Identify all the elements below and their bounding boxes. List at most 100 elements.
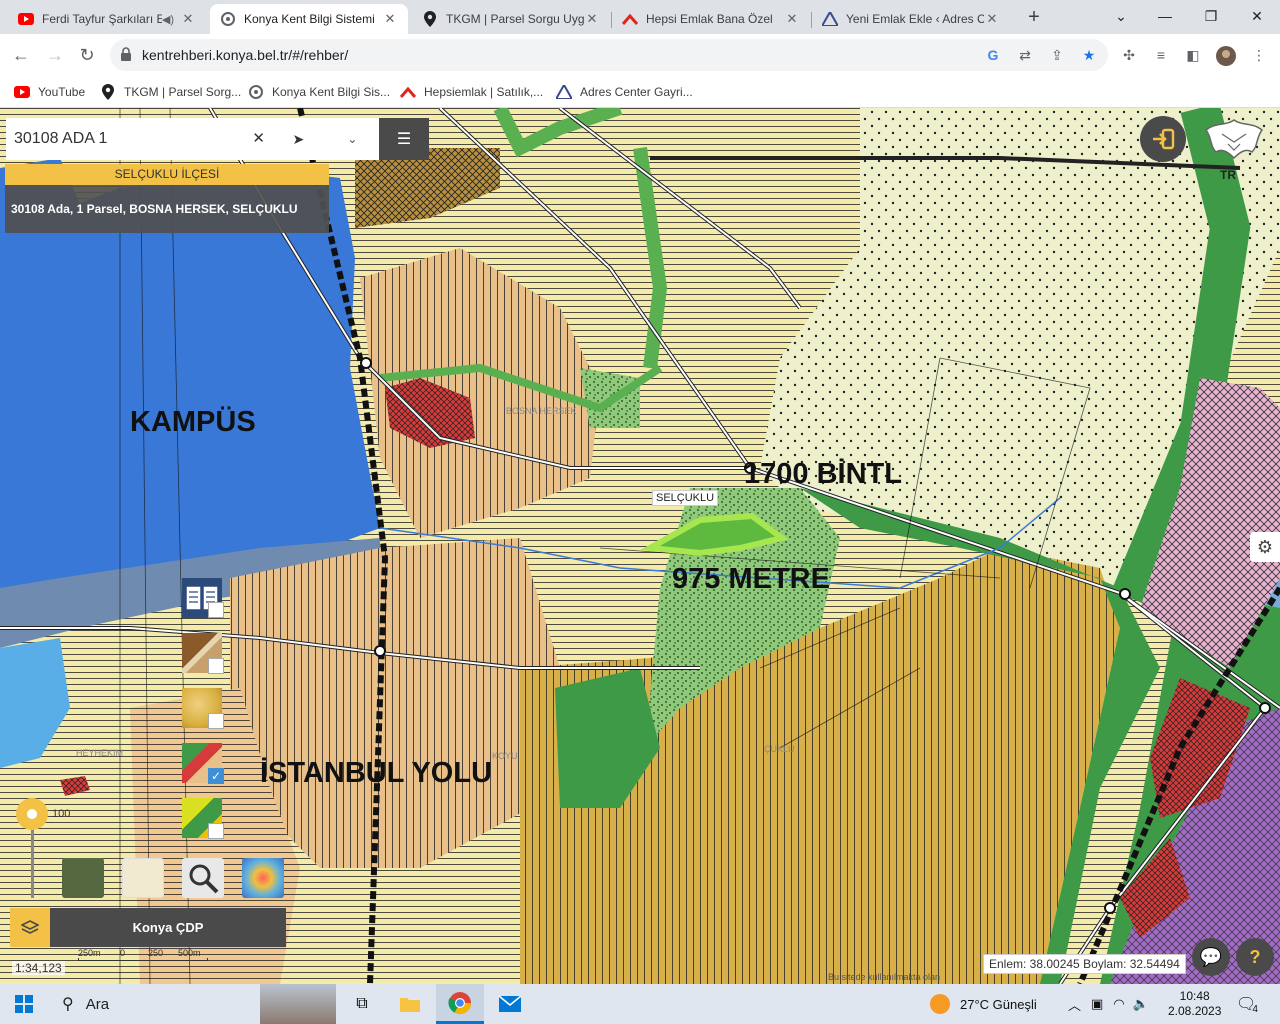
tab-title: Ferdi Tayfur Şarkıları E <box>42 12 162 26</box>
copyright-text: Bu sitede kullanılmakta olan <box>828 972 941 982</box>
zoom-slider-knob[interactable] <box>16 798 48 830</box>
bookmark-tkgm[interactable]: TKGM | Parsel Sorg... <box>100 82 241 102</box>
google-icon[interactable]: G <box>984 46 1002 64</box>
location-pin-icon <box>422 11 438 27</box>
basemap-heatmap[interactable] <box>242 858 284 898</box>
back-button[interactable]: ← <box>8 42 34 68</box>
notifications-button[interactable]: 🗨 4 <box>1236 984 1258 1024</box>
search-input[interactable]: 30108 ADA 1 ✕ <box>6 118 271 160</box>
layer-checkbox[interactable] <box>208 658 224 674</box>
task-view-button[interactable]: ⧉ <box>340 984 384 1024</box>
bookmark-hepsiemlak[interactable]: Hepsiemlak | Satılık,... <box>400 82 543 102</box>
layers-icon[interactable] <box>10 908 50 947</box>
feedback-button[interactable]: 💬 <box>1192 938 1230 976</box>
chevron-down-icon[interactable]: ⌄ <box>347 132 357 146</box>
chat-icon: 💬 <box>1199 946 1223 967</box>
notification-count: 4 <box>1252 1003 1258 1015</box>
chevron-down-icon[interactable]: ⌄ <box>1106 4 1136 28</box>
restore-button[interactable]: ❐ <box>1196 4 1226 28</box>
taskbar-search[interactable]: ⚲ Ara <box>48 984 248 1024</box>
taskbar-search-placeholder: Ara <box>85 995 110 1013</box>
bookmark-label: Hepsiemlak | Satılık,... <box>424 85 544 99</box>
active-layer-bar[interactable]: Konya ÇDP <box>10 908 286 947</box>
tab-title: TKGM | Parsel Sorgu Uyg <box>446 12 584 26</box>
clock-date: 2.08.2023 <box>1168 1004 1222 1018</box>
speaker-icon[interactable]: ◀) <box>162 13 174 26</box>
task-view-icon: ⧉ <box>356 995 368 1012</box>
system-tray-icons[interactable]: ︿ ▣ ◠ 🔈 <box>1068 984 1149 1024</box>
lock-icon[interactable] <box>120 47 134 63</box>
close-window-button[interactable]: ✕ <box>1242 4 1272 28</box>
login-icon <box>1153 128 1175 150</box>
bookmark-adres-center[interactable]: Adres Center Gayri... <box>556 82 693 102</box>
new-tab-button[interactable]: + <box>1022 6 1046 30</box>
profile-avatar[interactable] <box>1216 46 1236 66</box>
tab-adres-center[interactable]: Yeni Emlak Ekle ‹ Adres Ce ✕ <box>812 4 1010 34</box>
start-button[interactable] <box>0 984 48 1024</box>
parcel-result[interactable]: 30108 Ada, 1 Parsel, BOSNA HERSEK, SELÇU… <box>5 185 329 233</box>
tab-hepsiemlak[interactable]: Hepsi Emlak Bana Özel ✕ <box>612 4 810 34</box>
weather-widget[interactable]: 27°C Güneşli <box>930 984 1037 1024</box>
clear-search-icon[interactable]: ✕ <box>252 129 265 147</box>
close-tab-icon[interactable]: ✕ <box>984 11 1000 27</box>
layer-checkbox-checked[interactable]: ✓ <box>208 768 224 784</box>
search-icon: ⚲ <box>62 996 74 1013</box>
map-label-bosna: BOSNA HERSEK <box>506 406 577 416</box>
translate-icon[interactable]: ⇄ <box>1016 46 1034 64</box>
kbs-icon <box>220 11 236 27</box>
zoom-knob-dot <box>27 809 37 819</box>
hepsiemlak-icon <box>622 11 638 27</box>
close-tab-icon[interactable]: ✕ <box>784 11 800 27</box>
volume-icon[interactable]: 🔈 <box>1133 996 1149 1012</box>
list-icon: ☰ <box>396 131 412 148</box>
scalebar: 250m 0 250 500m <box>78 948 208 962</box>
tab-tkgm[interactable]: TKGM | Parsel Sorgu Uyg ✕ <box>412 4 610 34</box>
layer-checkbox[interactable] <box>208 823 224 839</box>
file-explorer-button[interactable] <box>388 984 432 1024</box>
annotation-distance-2: 975 METRE <box>672 563 830 595</box>
chrome-taskbar-button[interactable] <box>436 984 484 1024</box>
close-tab-icon[interactable]: ✕ <box>382 11 398 27</box>
map-canvas[interactable]: BOSNA HERSEK HEYHEKIM KOYU ÇUKLU 30108 A… <box>0 108 1280 984</box>
more-menu-icon[interactable]: ⋮ <box>1250 46 1268 64</box>
location-dropdown[interactable]: ➤ ⌄ <box>271 118 379 160</box>
weather-text: 27°C Güneşli <box>960 996 1037 1012</box>
minimize-button[interactable]: — <box>1150 4 1180 28</box>
location-pin-icon <box>100 84 116 100</box>
tab-youtube[interactable]: Ferdi Tayfur Şarkıları E ◀) ✕ <box>8 4 206 34</box>
search-highlight-image[interactable] <box>260 984 336 1024</box>
wifi-icon[interactable]: ◠ <box>1113 996 1124 1012</box>
basemap-street[interactable] <box>122 858 164 898</box>
forward-button[interactable]: → <box>42 42 68 68</box>
media-icon[interactable]: ≡ <box>1152 46 1170 64</box>
layer-checkbox[interactable] <box>208 713 224 729</box>
layer-checkbox[interactable] <box>208 602 224 618</box>
share-icon[interactable]: ⇪ <box>1048 46 1066 64</box>
tab-kbs[interactable]: Konya Kent Bilgi Sistemi ✕ <box>210 4 408 34</box>
network-icon[interactable]: ▣ <box>1091 996 1103 1012</box>
list-menu-button[interactable]: ☰ <box>379 118 429 160</box>
clock[interactable]: 10:48 2.08.2023 <box>1168 984 1221 1024</box>
extensions-icon[interactable]: ✣ <box>1120 46 1138 64</box>
chevron-up-icon[interactable]: ︿ <box>1068 995 1081 1014</box>
close-tab-icon[interactable]: ✕ <box>584 11 600 27</box>
login-button[interactable] <box>1140 116 1186 162</box>
bookmark-kbs[interactable]: Konya Kent Bilgi Sis... <box>248 82 390 102</box>
reload-button[interactable]: ↻ <box>74 42 100 68</box>
url-text: kentrehberi.konya.bel.tr/#/rehber/ <box>142 47 349 63</box>
scalebar-label: 250 <box>148 948 164 958</box>
folder-icon <box>400 998 420 1012</box>
map-label-selcuklu2: ÇUKLU <box>764 744 795 754</box>
bookmark-youtube[interactable]: YouTube <box>14 82 85 102</box>
bookmark-star-icon[interactable]: ★ <box>1080 46 1098 64</box>
help-button[interactable]: ? <box>1236 938 1274 976</box>
address-bar[interactable]: kentrehberi.konya.bel.tr/#/rehber/ G ⇄ ⇪… <box>110 39 1108 71</box>
mail-taskbar-button[interactable] <box>488 984 532 1024</box>
basemap-satellite[interactable] <box>62 858 104 898</box>
sidepanel-icon[interactable]: ◧ <box>1184 46 1202 64</box>
basemap-search[interactable] <box>182 858 224 898</box>
close-tab-icon[interactable]: ✕ <box>180 11 196 27</box>
zoning-map[interactable] <box>0 108 1280 984</box>
settings-button[interactable]: ⚙ <box>1250 532 1280 562</box>
navigate-arrow-icon[interactable]: ➤ <box>293 131 305 148</box>
